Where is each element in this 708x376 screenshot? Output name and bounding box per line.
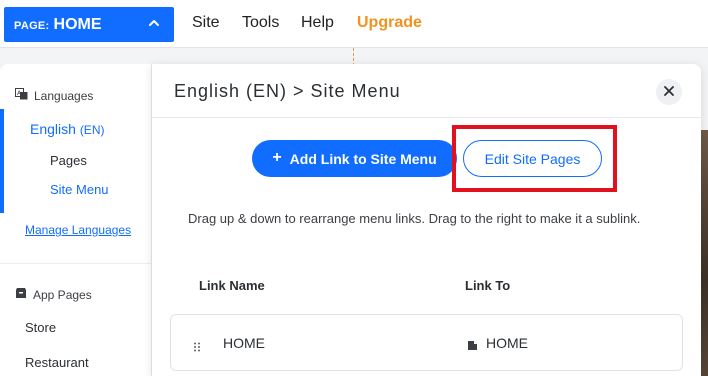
language-english[interactable]: English (EN) [30, 121, 104, 137]
sidebar-item-restaurant[interactable]: Restaurant [25, 355, 89, 370]
app-pages-heading: App Pages [33, 287, 92, 302]
languages-heading: Languages [34, 88, 94, 103]
editor-canvas-edge [701, 130, 708, 376]
link-name: HOME [223, 335, 265, 351]
panel-divider [0, 263, 152, 264]
page-prefix-label: PAGE: [14, 19, 50, 32]
nav-upgrade[interactable]: Upgrade [357, 14, 422, 32]
chevron-up-icon [148, 16, 160, 34]
sidebar-item-site-menu[interactable]: Site Menu [50, 182, 109, 197]
close-button[interactable] [656, 79, 682, 105]
add-link-button[interactable]: + Add Link to Site Menu [252, 140, 457, 177]
column-header-link-name: Link Name [199, 278, 265, 293]
app-pages-section-header: App Pages [15, 287, 92, 302]
dialog-title: English (EN) > Site Menu [174, 81, 401, 101]
languages-panel: A Languages English (EN) Pages Site Menu… [0, 64, 152, 376]
site-menu-dialog: English (EN) > Site Menu + Add Link to S… [152, 64, 701, 376]
language-name: English [30, 121, 76, 137]
drag-handle-icon[interactable] [193, 339, 201, 357]
menu-link-row[interactable]: HOME HOME [170, 314, 683, 371]
translate-icon: A [15, 88, 28, 103]
manage-languages-link[interactable]: Manage Languages [25, 223, 131, 237]
drag-instructions: Drag up & down to rearrange menu links. … [188, 211, 641, 226]
sidebar-item-pages[interactable]: Pages [50, 153, 87, 168]
nav-site[interactable]: Site [192, 14, 220, 32]
add-link-label: Add Link to Site Menu [289, 150, 437, 167]
link-target: HOME [486, 335, 528, 351]
highlight-annotation-box [452, 125, 617, 192]
plus-icon: + [272, 149, 282, 166]
language-code: (EN) [79, 123, 105, 137]
close-icon [664, 83, 674, 101]
nav-help[interactable]: Help [301, 14, 334, 32]
column-header-link-to: Link To [465, 278, 511, 293]
nav-tools[interactable]: Tools [242, 14, 279, 32]
top-bar: PAGE: HOME Site Tools Help Upgrade [0, 0, 708, 48]
dialog-header: English (EN) > Site Menu [152, 64, 701, 118]
page-selector-button[interactable]: PAGE: HOME [4, 7, 174, 42]
app-store-icon [15, 287, 27, 302]
page-name-label: HOME [53, 15, 102, 33]
languages-section-header: A Languages [15, 88, 93, 103]
active-language-indicator [0, 109, 4, 213]
page-icon [467, 338, 478, 356]
sidebar-item-store[interactable]: Store [25, 320, 56, 335]
